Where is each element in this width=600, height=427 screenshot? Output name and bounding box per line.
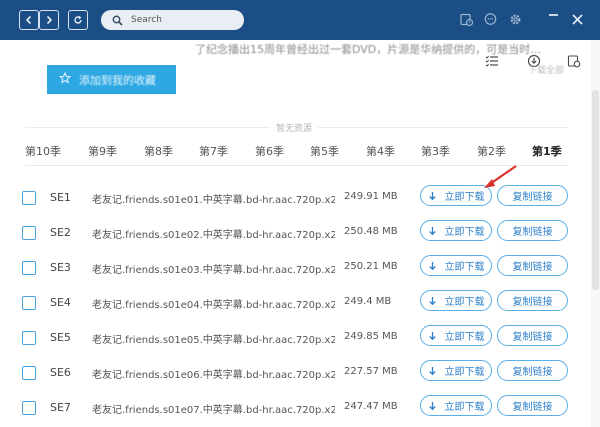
- tab-season-4[interactable]: 第4季: [366, 143, 395, 159]
- download-arrow-icon: [428, 401, 437, 411]
- download-all-label: 下载全部: [528, 66, 565, 76]
- scrollbar-thumb[interactable]: [592, 90, 599, 290]
- close-icon[interactable]: [570, 12, 585, 27]
- episode-checkbox[interactable]: [22, 261, 36, 275]
- episode-checkbox[interactable]: [22, 331, 36, 345]
- list-icon[interactable]: [485, 54, 499, 68]
- download-now-label: 立即下载: [444, 262, 485, 273]
- tab-season-2[interactable]: 第2季: [477, 143, 506, 159]
- copy-link-label: 复制链接: [512, 227, 553, 238]
- search-icon: [112, 15, 123, 26]
- episode-number: SE1: [50, 191, 71, 204]
- title-bar: [0, 0, 600, 40]
- episode-filename: 老友记.friends.s01e07.中英字幕.bd-hr.aac.720p.x…: [92, 405, 335, 416]
- download-now-label: 立即下载: [444, 402, 485, 413]
- episode-number: SE4: [50, 296, 71, 309]
- back-icon: [25, 15, 32, 25]
- tab-season-1[interactable]: 第1季: [532, 143, 562, 159]
- episode-checkbox[interactable]: [22, 226, 36, 240]
- download-now-label: 立即下载: [444, 297, 485, 308]
- episode-checkbox[interactable]: [22, 366, 36, 380]
- star-icon: [58, 71, 72, 87]
- copy-link-label: 复制链接: [512, 402, 553, 413]
- download-now-label: 立即下载: [444, 332, 485, 343]
- episode-checkbox[interactable]: [22, 191, 36, 205]
- episode-size: 250.48 MB: [344, 226, 398, 237]
- episode-number: SE3: [50, 261, 71, 274]
- add-favorite-button[interactable]: 添加到我的收藏: [47, 65, 176, 94]
- episode-number: SE5: [50, 331, 71, 344]
- copy-link-button[interactable]: 复制链接: [497, 290, 568, 311]
- back-button[interactable]: [19, 10, 39, 30]
- download-now-label: 立即下载: [444, 227, 485, 238]
- history-icon[interactable]: [459, 12, 474, 27]
- tab-season-10[interactable]: 第10季: [25, 143, 61, 159]
- download-arrow-icon: [428, 366, 437, 376]
- chat-icon[interactable]: [483, 12, 498, 27]
- refresh-button[interactable]: [68, 10, 88, 30]
- episode-filename: 老友记.friends.s01e04.中英字幕.bd-hr.aac.720p.x…: [92, 300, 335, 311]
- annotation-arrow-icon: [484, 165, 517, 188]
- table-row: SE7 老友记.friends.s01e07.中英字幕.bd-hr.aac.72…: [0, 395, 600, 427]
- copy-link-label: 复制链接: [512, 332, 553, 343]
- copy-link-button[interactable]: 复制链接: [497, 395, 568, 416]
- refresh-icon: [74, 15, 82, 24]
- tab-season-6[interactable]: 第6季: [255, 143, 284, 159]
- episode-size: 249.85 MB: [344, 331, 398, 342]
- no-resource-label: 暂无资源: [270, 121, 319, 134]
- download-now-button[interactable]: 立即下载: [420, 220, 492, 241]
- episode-filename: 老友记.friends.s01e02.中英字幕.bd-hr.aac.720p.x…: [92, 230, 335, 241]
- add-favorite-label: 添加到我的收藏: [79, 73, 156, 87]
- settings-icon[interactable]: [508, 12, 523, 27]
- tab-season-7[interactable]: 第7季: [199, 143, 228, 159]
- copy-link-label: 复制链接: [512, 262, 553, 273]
- episode-filename: 老友记.friends.s01e01.中英字幕.bd-hr.aac.720p.x…: [92, 195, 335, 206]
- tab-season-9[interactable]: 第9季: [88, 143, 117, 159]
- download-now-label: 立即下载: [444, 367, 485, 378]
- copy-link-label: 复制链接: [512, 297, 553, 308]
- download-now-button[interactable]: 立即下载: [420, 290, 492, 311]
- search-box[interactable]: [101, 10, 244, 30]
- episode-size: 249.4 MB: [344, 296, 392, 307]
- download-arrow-icon: [428, 331, 437, 341]
- download-now-button[interactable]: 立即下载: [420, 255, 492, 276]
- episode-filename: 老友记.friends.s01e06.中英字幕.bd-hr.aac.720p.x…: [92, 370, 335, 381]
- episode-size: 227.57 MB: [344, 366, 398, 377]
- show-header: 了纪念播出15周年曾经出过一套DVD，片源是华纳提供的，可是当时... 添加到我…: [0, 40, 600, 95]
- copy-link-button[interactable]: 复制链接: [497, 325, 568, 346]
- episode-number: SE2: [50, 226, 71, 239]
- download-now-button[interactable]: 立即下载: [420, 325, 492, 346]
- download-arrow-icon: [428, 191, 437, 201]
- download-now-button[interactable]: 立即下载: [420, 395, 492, 416]
- episode-size: 249.91 MB: [344, 191, 398, 202]
- episode-size: 250.21 MB: [344, 261, 398, 272]
- copy-link-button[interactable]: 复制链接: [497, 255, 568, 276]
- forward-button[interactable]: [39, 10, 59, 30]
- search-input[interactable]: [131, 11, 241, 29]
- minimize-icon[interactable]: [549, 14, 558, 16]
- episode-filename: 老友记.friends.s01e05.中英字幕.bd-hr.aac.720p.x…: [92, 335, 335, 346]
- download-now-button[interactable]: 立即下载: [420, 360, 492, 381]
- copy-link-button[interactable]: 复制链接: [497, 220, 568, 241]
- tab-season-5[interactable]: 第5季: [310, 143, 339, 159]
- tab-season-8[interactable]: 第8季: [144, 143, 173, 159]
- episode-filename: 老友记.friends.s01e03.中英字幕.bd-hr.aac.720p.x…: [92, 265, 335, 276]
- download-arrow-icon: [428, 261, 437, 271]
- episode-checkbox[interactable]: [22, 296, 36, 310]
- episode-checkbox[interactable]: [22, 401, 36, 415]
- episode-number: SE6: [50, 366, 71, 379]
- tab-season-3[interactable]: 第3季: [421, 143, 450, 159]
- history-list-icon[interactable]: [567, 54, 581, 68]
- download-arrow-icon: [428, 296, 437, 306]
- copy-link-label: 复制链接: [512, 367, 553, 378]
- copy-link-button[interactable]: 复制链接: [497, 360, 568, 381]
- episode-number: SE7: [50, 401, 71, 414]
- forward-icon: [46, 15, 53, 25]
- episode-size: 247.47 MB: [344, 401, 398, 412]
- download-arrow-icon: [428, 226, 437, 236]
